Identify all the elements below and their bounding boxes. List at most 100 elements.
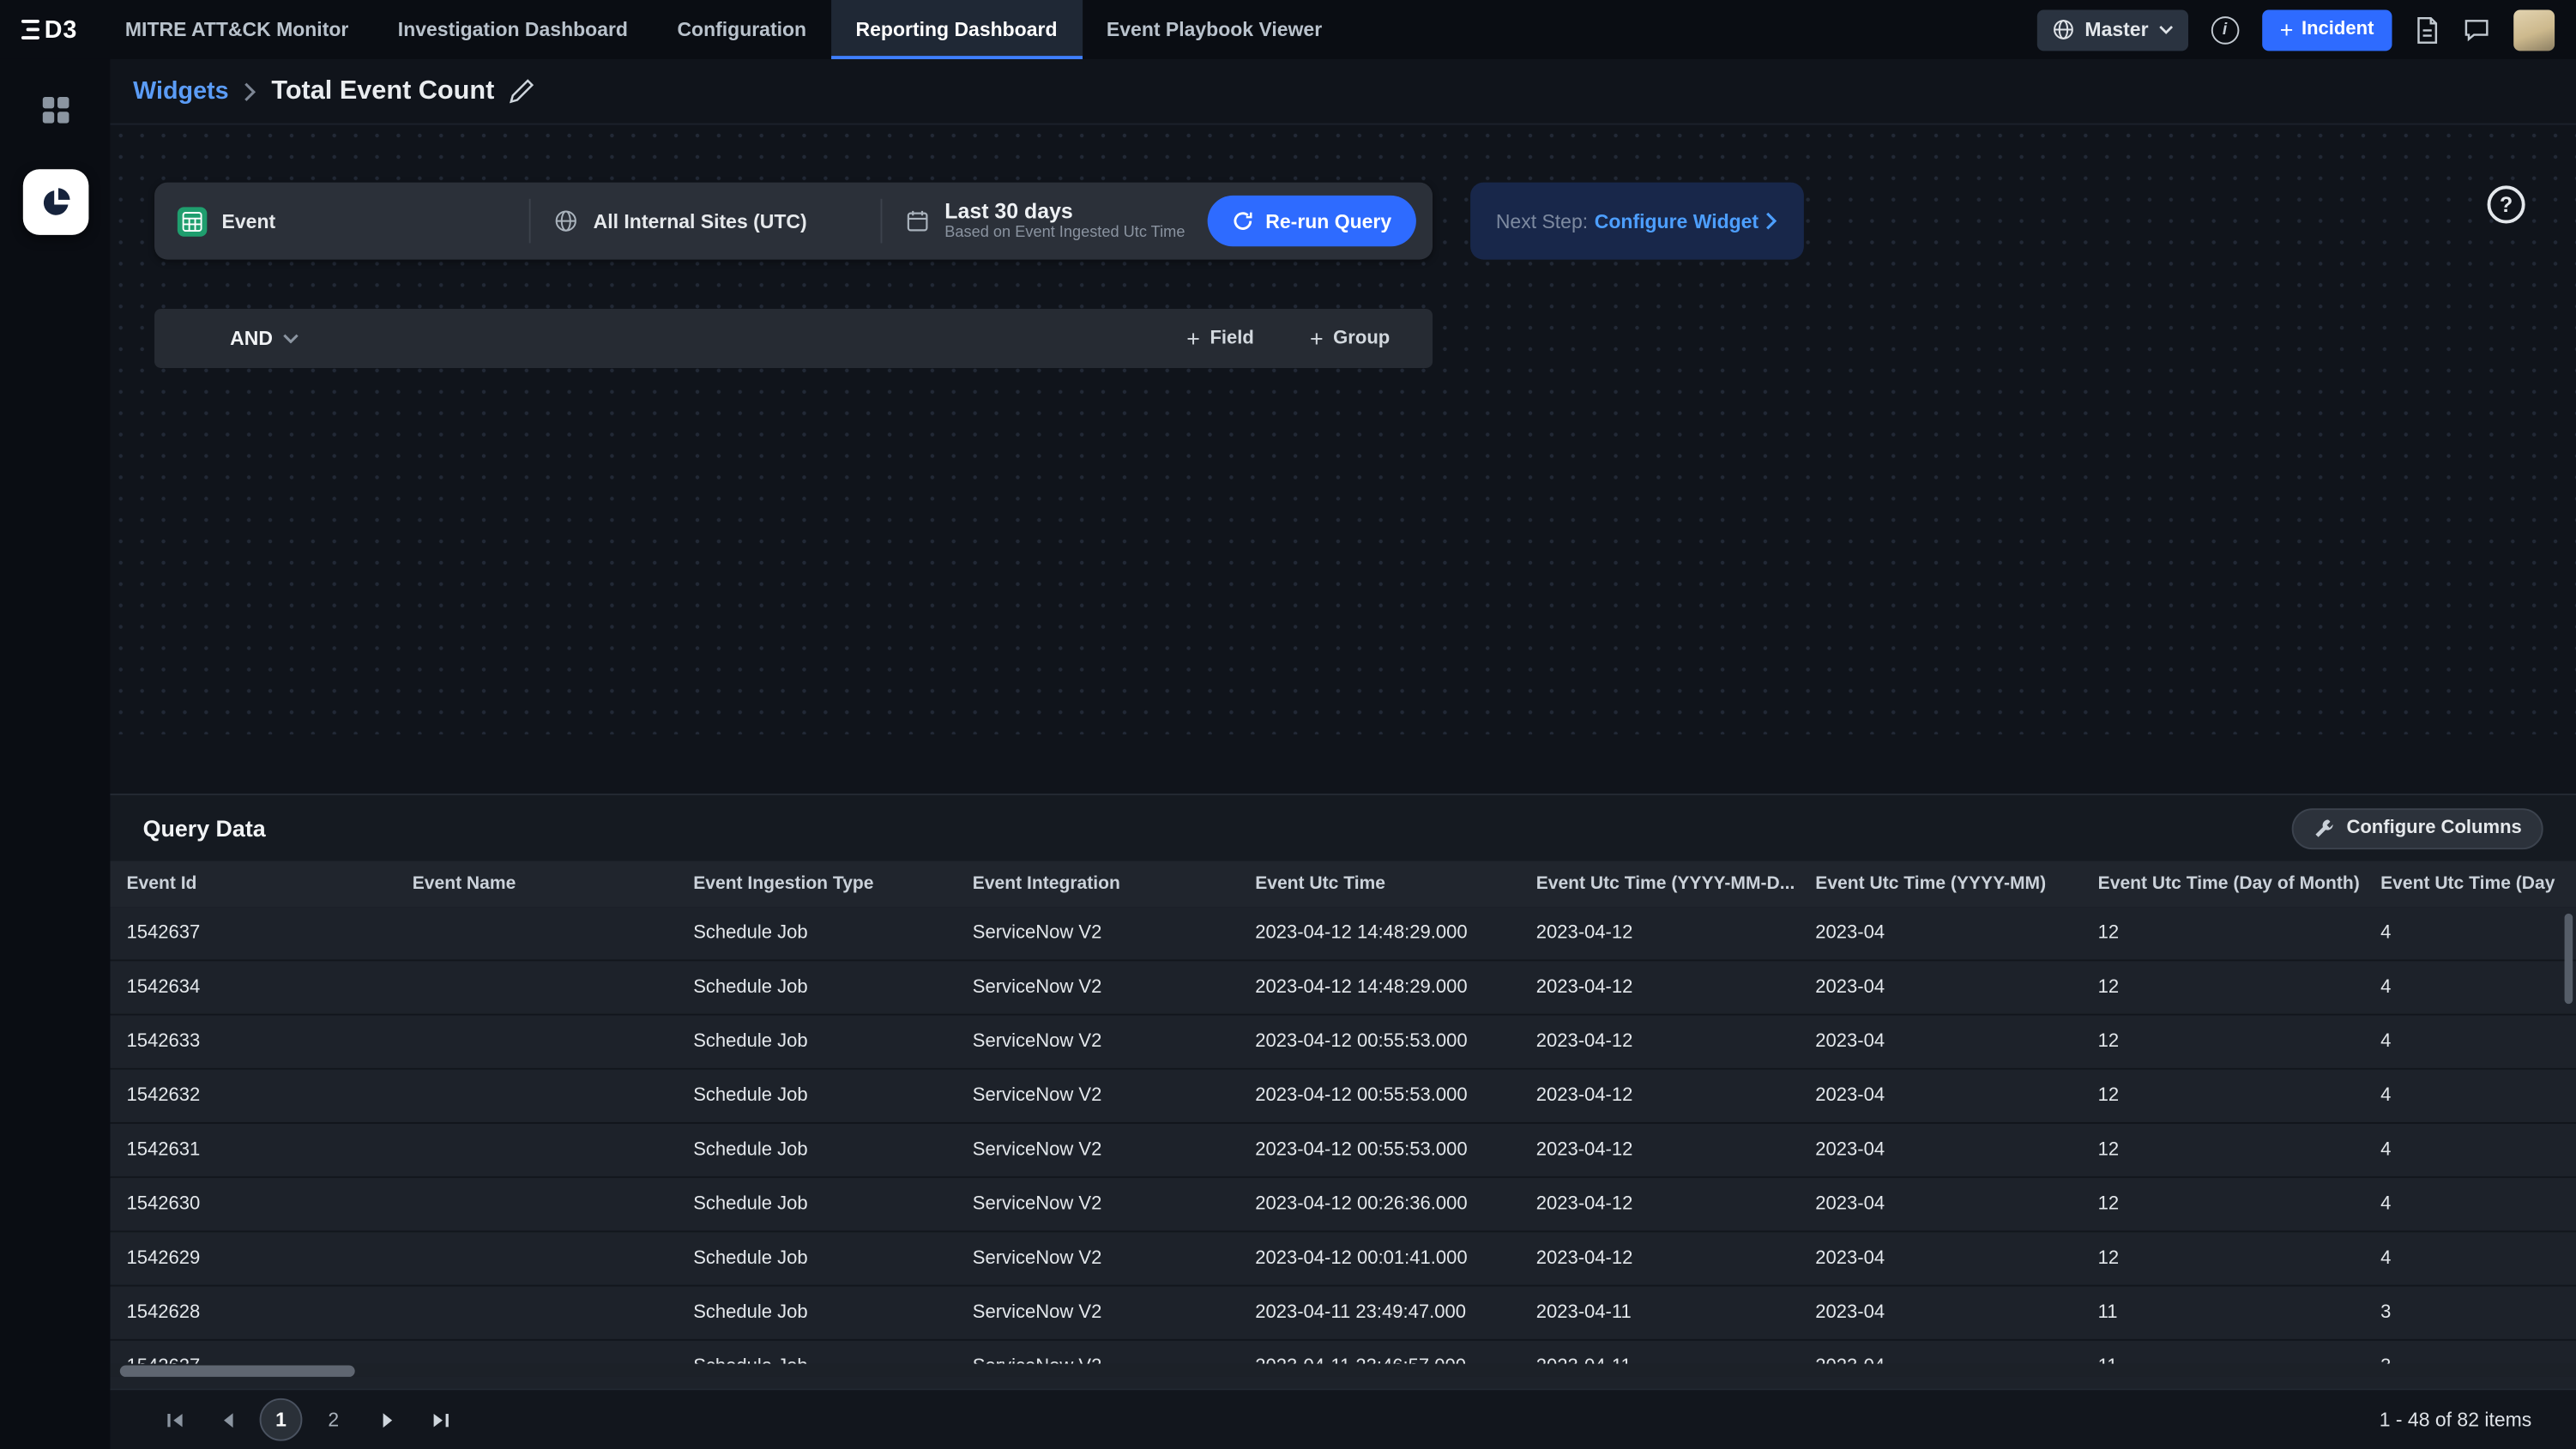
next-step-label: Configure Widget [1595, 209, 1759, 232]
nav-item-mitre-att-ck-monitor[interactable]: MITRE ATT&CK Monitor [100, 0, 373, 59]
d3-logo[interactable]: D3 [0, 0, 100, 59]
sidebar-item-widgets[interactable] [0, 133, 110, 235]
query-data-title: Query Data [143, 815, 266, 842]
column-header: Event Id [126, 874, 412, 894]
nav-item-event-playbook-viewer[interactable]: Event Playbook Viewer [1082, 0, 1347, 59]
table-cell: 2023-04-12 [1536, 923, 1816, 943]
table-cell: 2023-04-12 00:55:53.000 [1255, 1140, 1535, 1160]
incident-button[interactable]: + Incident [2262, 9, 2392, 51]
table-cell: 2023-04 [1815, 1194, 2097, 1214]
pagination-summary: 1 - 48 of 82 items [2380, 1408, 2532, 1431]
last-page-button[interactable] [420, 1400, 460, 1440]
filter-operator-dropdown[interactable]: AND [230, 327, 299, 350]
table-cell: 12 [2098, 1194, 2380, 1214]
query-range-segment[interactable]: Last 30 days Based on Event Ingested Utc… [883, 183, 1209, 260]
query-sites-segment[interactable]: All Internal Sites (UTC) [531, 183, 881, 260]
table-cell: 1542633 [126, 1032, 412, 1052]
table-cell: 1542631 [126, 1140, 412, 1160]
column-header: Event Name [413, 874, 693, 894]
table-row[interactable]: 1542630Schedule JobServiceNow V22023-04-… [110, 1178, 2576, 1232]
rerun-query-button[interactable]: Re-run Query [1208, 196, 1416, 246]
page-button-1[interactable]: 1 [260, 1398, 303, 1441]
next-step-prefix: Next Step: [1496, 209, 1588, 232]
breadcrumb-widgets-link[interactable]: Widgets [133, 77, 228, 106]
vertical-scrollbar-thumb[interactable] [2565, 914, 2573, 1004]
table-cell: Schedule Job [693, 1303, 973, 1323]
previous-page-button[interactable] [207, 1400, 246, 1440]
document-icon[interactable] [2415, 15, 2440, 44]
table-cell: Schedule Job [693, 923, 973, 943]
d3-logo-text: D3 [45, 15, 78, 44]
master-dropdown[interactable]: Master [2037, 9, 2188, 51]
table-cell: ServiceNow V2 [973, 978, 1255, 998]
next-step-configure-widget[interactable]: Next Step: Configure Widget [1470, 183, 1804, 260]
next-page-button[interactable] [368, 1400, 407, 1440]
table-cell: ServiceNow V2 [973, 1140, 1255, 1160]
table-cell: 2023-04 [1815, 1032, 2097, 1052]
master-label: Master [2084, 18, 2148, 41]
table-cell: 2023-04 [1815, 1249, 2097, 1269]
refresh-icon [1233, 210, 1254, 232]
add-field-button[interactable]: + Field [1177, 327, 1264, 350]
add-group-button[interactable]: + Group [1300, 327, 1400, 350]
top-bar: D3 MITRE ATT&CK MonitorInvestigation Das… [0, 0, 2576, 59]
table-cell: 11 [2098, 1303, 2380, 1323]
table-cell: 3 [2380, 1303, 2576, 1323]
table-cell: 2023-04-12 [1536, 1032, 1816, 1052]
chevron-down-icon [282, 334, 299, 343]
table-cell: 2023-04-12 00:01:41.000 [1255, 1249, 1535, 1269]
table-header-row: Event IdEvent NameEvent Ingestion TypeEv… [110, 861, 2576, 908]
query-data-header: Query Data Configure Columns [110, 795, 2576, 861]
table-row[interactable]: 1542628Schedule JobServiceNow V22023-04-… [110, 1287, 2576, 1341]
user-avatar[interactable] [2513, 9, 2555, 51]
table-cell: 2023-04 [1815, 978, 2097, 998]
main-content: Widgets Total Event Count Event [110, 59, 2576, 1449]
table-cell: Schedule Job [693, 1194, 973, 1214]
table-cell: 1542629 [126, 1249, 412, 1269]
table-row[interactable]: 1542631Schedule JobServiceNow V22023-04-… [110, 1124, 2576, 1178]
edit-pencil-icon[interactable] [510, 79, 534, 104]
query-data-table: Event IdEvent NameEvent Ingestion TypeEv… [110, 861, 2576, 1389]
table-row[interactable]: 1542632Schedule JobServiceNow V22023-04-… [110, 1070, 2576, 1124]
query-range-label: Last 30 days [944, 199, 1185, 224]
nav-item-configuration[interactable]: Configuration [653, 0, 831, 59]
table-cell: Schedule Job [693, 978, 973, 998]
table-cell: 1542628 [126, 1303, 412, 1323]
pie-chart-icon [39, 185, 71, 218]
page-title: Total Event Count [271, 76, 494, 106]
first-page-button[interactable] [154, 1400, 194, 1440]
nav-item-investigation-dashboard[interactable]: Investigation Dashboard [373, 0, 653, 59]
horizontal-scrollbar-thumb[interactable] [120, 1365, 355, 1376]
table-cell: 1542637 [126, 923, 412, 943]
query-source-label: Event [222, 209, 276, 232]
column-header: Event Utc Time (YYYY-MM-D... [1536, 874, 1816, 894]
table-cell: ServiceNow V2 [973, 923, 1255, 943]
table-cell: 12 [2098, 923, 2380, 943]
page-button-2[interactable]: 2 [312, 1398, 355, 1441]
table-cell: 4 [2380, 1194, 2576, 1214]
table-cell: Schedule Job [693, 1032, 973, 1052]
table-cell: 2023-04 [1815, 1140, 2097, 1160]
wrench-icon [2314, 818, 2335, 839]
configure-columns-button[interactable]: Configure Columns [2292, 807, 2543, 848]
nav-item-reporting-dashboard[interactable]: Reporting Dashboard [831, 0, 1082, 59]
info-icon[interactable]: i [2211, 15, 2239, 44]
chat-icon[interactable] [2463, 16, 2491, 43]
table-cell: ServiceNow V2 [973, 1086, 1255, 1106]
table-row[interactable]: 1542637 Schedule JobServiceNow V2 2023-04-… [110, 907, 2576, 961]
column-header: Event Utc Time (Day of Month) [2098, 874, 2380, 894]
table-row[interactable]: 1542629Schedule JobServiceNow V22023-04-… [110, 1232, 2576, 1286]
filter-operator-label: AND [230, 327, 273, 350]
horizontal-scrollbar[interactable] [110, 1364, 2576, 1377]
widgets-active-tile [22, 169, 88, 235]
help-icon[interactable]: ? [2488, 185, 2525, 223]
column-header: Event Integration [973, 874, 1255, 894]
table-cell: 1542632 [126, 1086, 412, 1106]
sidebar-item-dashboards[interactable] [0, 88, 110, 134]
column-header: Event Utc Time [1255, 874, 1535, 894]
globe-icon [2052, 18, 2075, 41]
query-source-segment[interactable]: Event [154, 183, 529, 260]
table-row[interactable]: 1542633Schedule JobServiceNow V22023-04-… [110, 1016, 2576, 1070]
table-cell: 2023-04 [1815, 1086, 2097, 1106]
table-row[interactable]: 1542634Schedule JobServiceNow V22023-04-… [110, 961, 2576, 1015]
